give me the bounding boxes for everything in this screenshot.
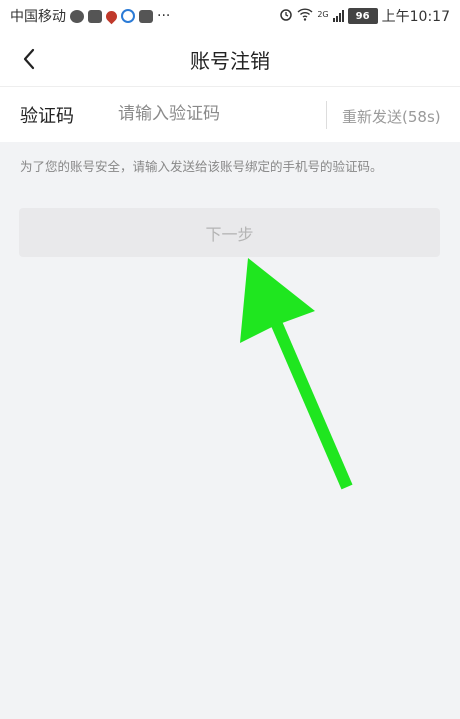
arrow-annotation-icon — [240, 258, 353, 490]
